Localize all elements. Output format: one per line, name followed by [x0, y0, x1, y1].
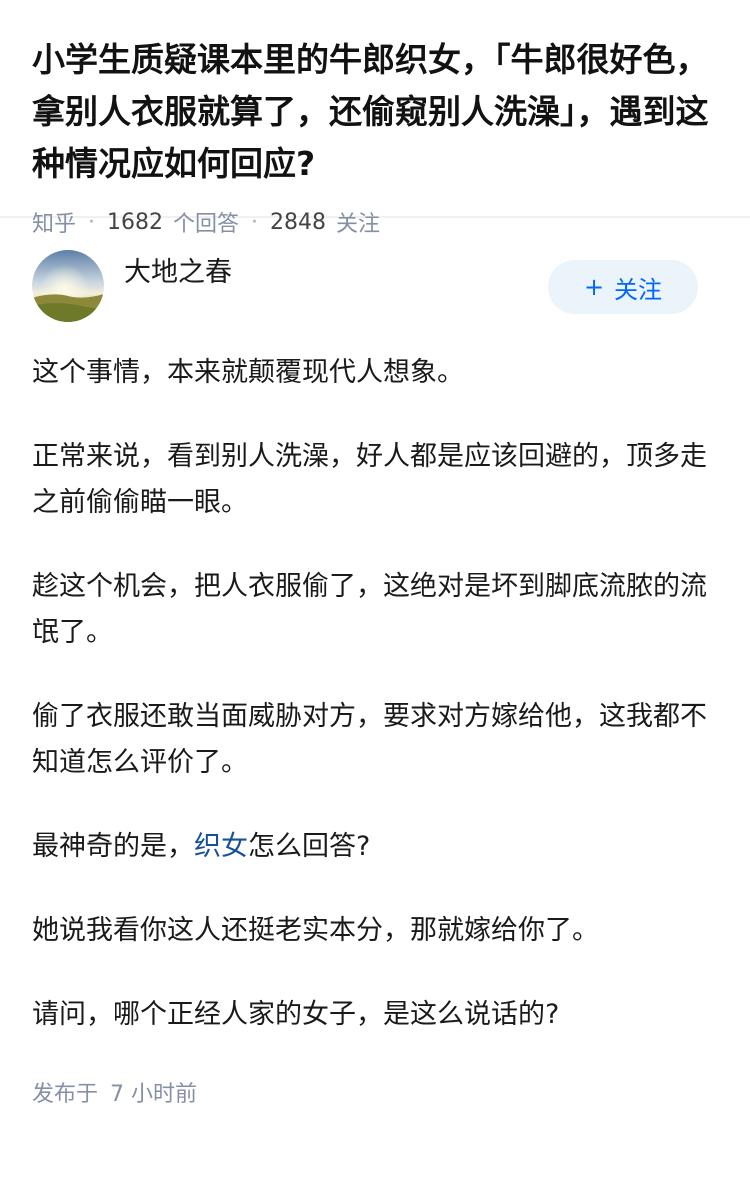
- answer-paragraph: 正常来说，看到别人洗澡，好人都是应该回避的，顶多走之前偷偷瞄一眼。: [32, 441, 707, 518]
- answer-paragraph: 这个事情，本来就颠覆现代人想象。: [32, 357, 464, 388]
- question-title[interactable]: 小学生质疑课本里的牛郎织女，「牛郎很好色，拿别人衣服就算了，还偷窥别人洗澡」，遇…: [32, 34, 720, 190]
- answer-paragraph: 她说我看你这人还挺老实本分，那就嫁给你了。: [32, 915, 599, 946]
- publish-time: 7 小时前: [110, 1082, 198, 1107]
- author-row: 大地之春 + 关注: [32, 250, 718, 322]
- plus-icon: +: [583, 273, 605, 301]
- topic-link[interactable]: 织女: [194, 831, 248, 862]
- question-header: 小学生质疑课本里的牛郎织女，「牛郎很好色，拿别人衣服就算了，还偷窥别人洗澡」，遇…: [0, 0, 750, 237]
- answer-paragraph: 偷了衣服还敢当面威胁对方，要求对方嫁给他，这我都不知道怎么评价了。: [32, 701, 707, 778]
- paragraph-text: 最神奇的是，: [32, 831, 194, 862]
- follow-button[interactable]: + 关注: [548, 260, 698, 314]
- answer-card: 大地之春 + 关注 这个事情，本来就颠覆现代人想象。 正常来说，看到别人洗澡，好…: [0, 218, 750, 1108]
- avatar[interactable]: [32, 250, 104, 322]
- meta-separator: ·: [88, 209, 96, 235]
- follower-count: 2848: [270, 209, 327, 235]
- publish-label: 发布于: [32, 1082, 99, 1107]
- author-name[interactable]: 大地之春: [124, 250, 232, 289]
- meta-separator: ·: [251, 209, 259, 235]
- answer-count: 1682: [107, 209, 164, 235]
- answer-paragraph: 趁这个机会，把人衣服偷了，这绝对是坏到脚底流脓的流氓了。: [32, 571, 707, 648]
- publish-info: 发布于 7 小时前: [32, 1076, 718, 1108]
- answer-content: 这个事情，本来就颠覆现代人想象。 正常来说，看到别人洗澡，好人都是应该回避的，顶…: [32, 350, 718, 1038]
- answer-paragraph: 请问，哪个正经人家的女子，是这么说话的?: [32, 999, 560, 1030]
- follower-count-unit: 关注: [336, 212, 381, 237]
- source-label[interactable]: 知乎: [32, 206, 76, 238]
- answer-paragraph: 最神奇的是，织女怎么回答?: [32, 824, 718, 870]
- avatar-landscape-icon: [32, 250, 104, 322]
- answer-count-unit[interactable]: 个回答: [173, 206, 239, 238]
- follow-label: 关注: [614, 275, 663, 304]
- paragraph-text: 怎么回答?: [248, 831, 371, 862]
